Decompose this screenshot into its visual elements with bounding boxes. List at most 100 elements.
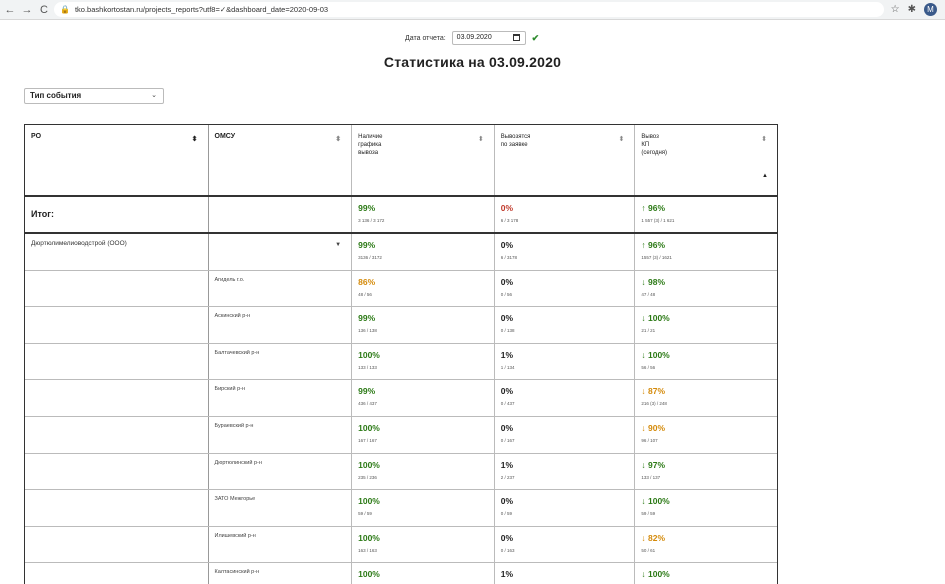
count-value: 3 136 / 3 172 <box>358 218 385 223</box>
on-request-cell: 0% 0 / 56 <box>495 270 636 307</box>
back-icon[interactable]: ← <box>3 3 17 17</box>
pct-value: 1% <box>500 569 514 580</box>
header-text: по заявке <box>500 142 528 148</box>
count-value: 167 / 167 <box>358 437 377 443</box>
omsu-name: ЗАТО Межгорье <box>214 496 256 503</box>
table-row[interactable]: Илишевский р-н 100% 163 / 163 0% 0 / 163 ↓ 82… <box>25 526 777 564</box>
schedule-cell: 99% 3136 / 3172 <box>352 234 495 270</box>
table-row[interactable]: Калтасинский р-н 100% 1% ↓ 100% <box>25 563 777 584</box>
sort-asc-icon[interactable]: ▲ <box>762 173 768 179</box>
kp-cell: ↓ 90% 96 / 107 <box>635 417 777 453</box>
extensions-icon[interactable]: ✱ <box>908 4 916 15</box>
star-icon[interactable]: ☆ <box>891 4 900 15</box>
ro-cell <box>25 343 209 380</box>
table-row[interactable]: Агидель г.о. 86% 48 / 56 0% 0 / 56 ↓ 98% 47 / … <box>25 270 777 308</box>
header-omsu[interactable]: ОМСУ ⬍ <box>209 125 353 195</box>
pct-value: 0% <box>500 240 514 250</box>
kp-cell: ↑ 96% 1557 (3) / 1621 <box>635 234 777 270</box>
sort-icon[interactable]: ⬍ <box>478 135 484 143</box>
sort-icon[interactable]: ⬍ <box>761 135 767 143</box>
sort-icon[interactable]: ⬍ <box>619 135 625 143</box>
table-row[interactable]: Балтачевский р-н 100% 133 / 133 1% 1 / 134 ↓ … <box>25 343 777 381</box>
calendar-icon[interactable] <box>512 34 520 41</box>
count-value: 6 / 3178 <box>500 255 518 260</box>
count-value: 3136 / 3172 <box>358 255 382 260</box>
pct-value: 100% <box>358 422 380 433</box>
count-value: 133 / 133 <box>358 364 377 370</box>
table-row[interactable]: ЗАТО Межгорье 100% 59 / 59 0% 0 / 59 ↓ 100% 59… <box>25 490 777 527</box>
count-value: 6 / 3 178 <box>500 218 519 223</box>
pct-value: 0% <box>500 496 514 507</box>
pct-value: ↓ 87% <box>641 386 665 397</box>
sort-icon[interactable]: ⬍ <box>335 135 341 143</box>
ro-cell <box>25 526 209 563</box>
table-row[interactable]: Дюртюлимелиоводстрой (ООО) ▼ 99% 3136 / 317… <box>25 234 777 271</box>
schedule-cell: 100% 235 / 236 <box>352 453 495 490</box>
schedule-cell: 99% 436 / 437 <box>352 380 495 416</box>
address-bar[interactable]: 🔒 tko.bashkortostan.ru/projects_reports?… <box>54 2 884 17</box>
omsu-cell: Балтачевский р-н <box>209 343 353 380</box>
pct-value: 1% <box>500 459 514 470</box>
pct-value: 99% <box>358 203 376 213</box>
table-row[interactable]: Бураевский р-н 100% 167 / 167 0% 0 / 167 ↓ 90… <box>25 416 777 454</box>
count-value: 1 557 (3) / 1 621 <box>641 218 675 223</box>
pct-value: 99% <box>358 240 376 250</box>
dropdown-arrow-icon[interactable]: ▼ <box>335 242 341 248</box>
check-icon[interactable]: ✔ <box>532 33 540 44</box>
omsu-name: Дюртюлинский р-н <box>214 459 262 466</box>
schedule-cell: 100% 59 / 59 <box>352 490 495 526</box>
count-value: 1557 (3) / 1621 <box>641 255 672 260</box>
count-value: 0 / 59 <box>500 511 513 517</box>
count-value: 0 / 167 <box>500 437 515 443</box>
kp-cell: ↓ 98% 47 / 48 <box>635 271 777 307</box>
header-ro[interactable]: РО ⬍ <box>25 125 209 195</box>
pct-value: 0% <box>500 203 514 213</box>
table-row[interactable]: Дюртюлинский р-н 100% 235 / 236 1% 2 / 237 ↓ … <box>25 453 777 491</box>
header-kp[interactable]: Вывоз КП (сегодня) ⬍ ▲ <box>635 125 777 195</box>
lock-icon: 🔒 <box>60 5 70 14</box>
sort-icon[interactable]: ⬍ <box>192 135 198 143</box>
ro-name: Дюртюлимелиоводстрой (ООО) <box>31 240 127 247</box>
omsu-name: Агидель г.о. <box>214 276 245 283</box>
header-text: графика <box>358 142 382 148</box>
on-request-cell: 1% <box>495 563 636 584</box>
header-on-request[interactable]: Вывозятся по заявке ⬍ <box>495 125 636 195</box>
pct-value: 100% <box>358 496 380 507</box>
total-on-request: 0% 6 / 3 178 <box>495 197 636 232</box>
reload-icon[interactable]: C <box>37 3 51 17</box>
omsu-name: Балтачевский р-н <box>214 349 260 356</box>
header-schedule[interactable]: Наличие графика вывоза ⬍ <box>352 125 495 195</box>
header-omsu-label: ОМСУ <box>214 133 236 140</box>
count-value: 59 / 59 <box>358 511 372 517</box>
on-request-cell: 0% 0 / 167 <box>495 416 636 453</box>
count-value: 216 (3) / 248 <box>641 401 667 407</box>
pct-value: ↓ 98% <box>641 276 665 287</box>
table-header: РО ⬍ ОМСУ ⬍ Наличие графика вывоза ⬍ Выв… <box>25 125 777 197</box>
date-input[interactable]: 03.09.2020 <box>451 31 526 45</box>
on-request-cell: 0% 0 / 59 <box>495 490 636 526</box>
ro-cell <box>25 380 209 416</box>
total-schedule: 99% 3 136 / 3 172 <box>352 197 495 232</box>
on-request-cell: 0% 0 / 163 <box>495 526 636 563</box>
count-value: 48 / 56 <box>358 291 372 297</box>
table-row[interactable]: Аскинский р-н 99% 136 / 138 0% 0 / 138 ↓ 100%… <box>25 307 777 344</box>
count-value: 21 / 21 <box>641 328 656 334</box>
ro-cell <box>25 416 209 453</box>
pct-value: 0% <box>500 422 514 433</box>
omsu-cell[interactable]: ▼ <box>209 234 353 270</box>
header-ro-label: РО <box>31 133 42 140</box>
table-row[interactable]: Бирский р-н 99% 436 / 437 0% 0 / 437 ↓ 87% 216… <box>25 380 777 417</box>
header-text: (сегодня) <box>641 150 668 156</box>
count-value: 50 / 61 <box>641 547 656 553</box>
avatar[interactable]: M <box>924 3 937 16</box>
header-text: Вывоз <box>641 134 659 140</box>
count-value: 0 / 138 <box>500 328 515 334</box>
on-request-cell: 1% 1 / 134 <box>495 343 636 380</box>
ro-cell <box>25 270 209 307</box>
omsu-name: Бирский р-н <box>214 386 246 393</box>
event-type-select[interactable]: Тип события ⌄ <box>24 88 164 104</box>
pct-value: ↑ 96% <box>641 203 665 213</box>
forward-icon[interactable]: → <box>20 3 34 17</box>
chevron-down-icon: ⌄ <box>151 92 157 99</box>
schedule-cell: 86% 48 / 56 <box>352 270 495 307</box>
